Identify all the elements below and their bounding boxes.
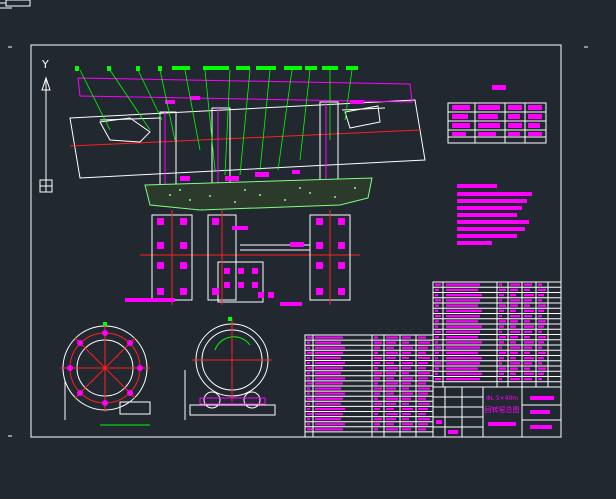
ucs-y-label: Y — [41, 58, 49, 71]
kiln-cross-section-right — [184, 317, 276, 420]
kiln-elevation-view — [69, 66, 506, 211]
parameter-table-top — [447, 102, 547, 144]
ucs-axis-icon — [39, 76, 53, 193]
kiln-cross-section-left — [60, 322, 151, 426]
parts-list-table — [432, 281, 562, 388]
drawing-tab-icon[interactable] — [0, 0, 31, 9]
title-block: ΦL·5×40m 回转窑总图 — [432, 386, 562, 438]
parts-list-table-lower — [304, 334, 434, 438]
cad-drawing-canvas[interactable]: Y ΦL·5×40m 回转窑总图 — [0, 0, 616, 499]
title-block-line1: ΦL·5×40m — [486, 395, 518, 402]
foundation-plan-view — [125, 210, 360, 306]
technical-notes — [457, 184, 532, 245]
title-block-line2: 回转窑总图 — [485, 405, 520, 414]
